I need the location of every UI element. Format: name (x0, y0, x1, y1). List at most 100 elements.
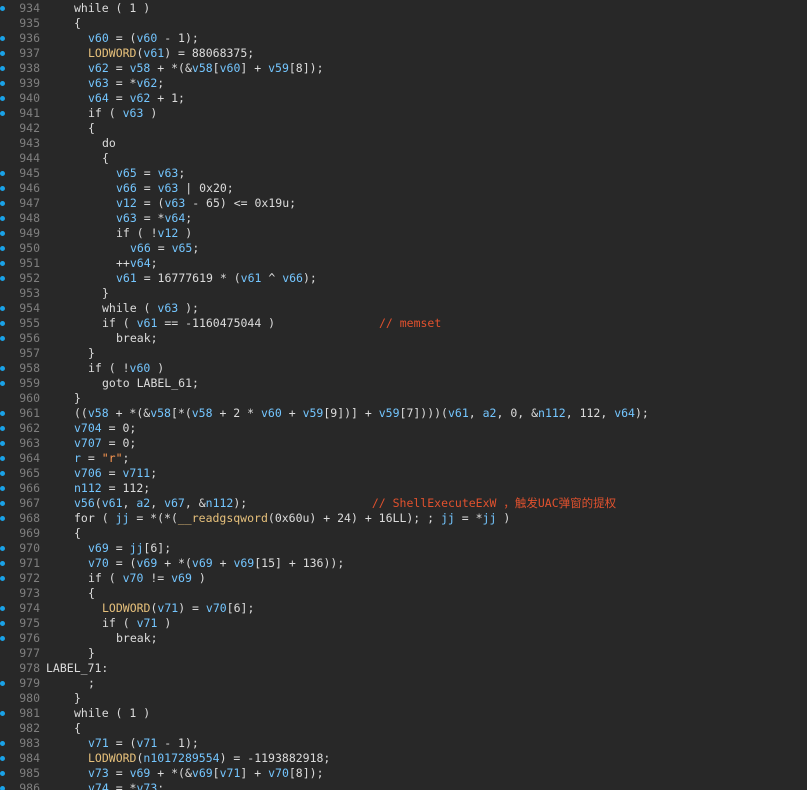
code-text[interactable]: ++v64; (116, 256, 158, 271)
code-editor[interactable]: 934 while ( 1 ) 935{936 v60 = (v60 - 1); 937… (0, 0, 807, 790)
code-text[interactable]: while ( 1 ) (74, 706, 150, 721)
code-text[interactable]: v63 = *v64; (116, 211, 192, 226)
code-text[interactable]: ((v58 + *(&v58[*(v58 + 2 * v60 + v59[9])… (74, 406, 649, 421)
code-line[interactable]: 938 v62 = v58 + *(&v58[v60] + v59[8]); (0, 61, 807, 76)
code-line[interactable]: 936 v60 = (v60 - 1); (0, 31, 807, 46)
breakpoint-dot-icon[interactable] (0, 171, 5, 176)
code-text[interactable]: if ( !v12 ) (116, 226, 192, 241)
code-text[interactable]: ; (88, 676, 95, 691)
code-text[interactable]: while ( v63 ); (102, 301, 199, 316)
code-text[interactable]: r = "r"; (74, 451, 129, 466)
breakpoint-dot-icon[interactable] (0, 276, 5, 281)
code-line[interactable]: 968 for ( jj = *(*(__readgsqword(0x60u) +… (0, 511, 807, 526)
code-line[interactable]: 948 v63 = *v64; (0, 211, 807, 226)
code-line[interactable]: 937 LODWORD(v61) = 88068375; (0, 46, 807, 61)
breakpoint-dot-icon[interactable] (0, 606, 5, 611)
code-text[interactable]: v60 = (v60 - 1); (88, 31, 199, 46)
code-line[interactable]: 957} (0, 346, 807, 361)
code-line[interactable]: 981 while ( 1 ) (0, 706, 807, 721)
code-line[interactable]: 961 ((v58 + *(&v58[*(v58 + 2 * v60 + v59[… (0, 406, 807, 421)
code-text[interactable]: { (88, 586, 95, 601)
breakpoint-dot-icon[interactable] (0, 321, 5, 326)
code-text[interactable]: v704 = 0; (74, 421, 136, 436)
code-line[interactable]: 963 v707 = 0; (0, 436, 807, 451)
code-line[interactable]: 964 r = "r"; (0, 451, 807, 466)
code-line[interactable]: 976 break; (0, 631, 807, 646)
code-line[interactable]: 967 v56(v61, a2, v67, &n112); // ShellExe… (0, 496, 807, 511)
code-line[interactable]: 958 if ( !v60 ) (0, 361, 807, 376)
breakpoint-dot-icon[interactable] (0, 756, 5, 761)
breakpoint-dot-icon[interactable] (0, 186, 5, 191)
code-text[interactable]: v70 = (v69 + *(v69 + v69[15] + 136)); (88, 556, 344, 571)
code-text[interactable]: n112 = 112; (74, 481, 150, 496)
breakpoint-dot-icon[interactable] (0, 366, 5, 371)
code-text[interactable]: while ( 1 ) (74, 1, 150, 16)
code-line[interactable]: 969 { (0, 526, 807, 541)
code-text[interactable]: v61 = 16777619 * (v61 ^ v66); (116, 271, 317, 286)
code-line[interactable]: 939 v63 = *v62; (0, 76, 807, 91)
breakpoint-dot-icon[interactable] (0, 456, 5, 461)
breakpoint-dot-icon[interactable] (0, 411, 5, 416)
code-text[interactable]: LODWORD(v71) = v70[6]; (102, 601, 254, 616)
breakpoint-dot-icon[interactable] (0, 66, 5, 71)
code-line[interactable]: 974 LODWORD(v71) = v70[6]; (0, 601, 807, 616)
breakpoint-dot-icon[interactable] (0, 36, 5, 41)
breakpoint-dot-icon[interactable] (0, 216, 5, 221)
code-line[interactable]: 946 v66 = v63 | 0x20; (0, 181, 807, 196)
code-line[interactable]: 980} (0, 691, 807, 706)
code-text[interactable]: LABEL_71: (46, 661, 108, 676)
code-line[interactable]: 955 if ( v61 == -1160475044 ) // memset (0, 316, 807, 331)
breakpoint-dot-icon[interactable] (0, 771, 5, 776)
code-text[interactable]: { (102, 151, 109, 166)
code-text[interactable]: v66 = v63 | 0x20; (116, 181, 234, 196)
code-line[interactable]: 950 v66 = v65; (0, 241, 807, 256)
code-line[interactable]: 977} (0, 646, 807, 661)
breakpoint-dot-icon[interactable] (0, 546, 5, 551)
breakpoint-dot-icon[interactable] (0, 516, 5, 521)
code-text[interactable]: } (74, 691, 81, 706)
breakpoint-dot-icon[interactable] (0, 201, 5, 206)
code-text[interactable]: { (74, 16, 81, 31)
breakpoint-dot-icon[interactable] (0, 426, 5, 431)
breakpoint-dot-icon[interactable] (0, 486, 5, 491)
code-text[interactable]: do (102, 136, 116, 151)
code-text[interactable]: v12 = (v63 - 65) <= 0x19u; (116, 196, 296, 211)
code-text[interactable]: goto LABEL_61; (102, 376, 199, 391)
breakpoint-dot-icon[interactable] (0, 786, 5, 790)
code-text[interactable]: v64 = v62 + 1; (88, 91, 185, 106)
code-line[interactable]: 984 LODWORD(n1017289554) = -1193882918; (0, 751, 807, 766)
code-text[interactable]: break; (116, 631, 158, 646)
breakpoint-dot-icon[interactable] (0, 621, 5, 626)
code-text[interactable]: if ( !v60 ) (88, 361, 164, 376)
code-text[interactable]: } (102, 286, 109, 301)
code-line[interactable]: 966 n112 = 112; (0, 481, 807, 496)
breakpoint-dot-icon[interactable] (0, 51, 5, 56)
code-text[interactable]: { (88, 121, 95, 136)
code-line[interactable]: 944 { (0, 151, 807, 166)
code-line[interactable]: 954 while ( v63 ); (0, 301, 807, 316)
code-line[interactable]: 979; (0, 676, 807, 691)
code-text[interactable]: LODWORD(n1017289554) = -1193882918; (88, 751, 330, 766)
code-text[interactable]: { (74, 526, 81, 541)
code-line[interactable]: 947 v12 = (v63 - 65) <= 0x19u; (0, 196, 807, 211)
code-text[interactable]: v707 = 0; (74, 436, 136, 451)
code-text[interactable]: } (88, 646, 95, 661)
breakpoint-dot-icon[interactable] (0, 111, 5, 116)
breakpoint-dot-icon[interactable] (0, 231, 5, 236)
code-text[interactable]: v56(v61, a2, v67, &n112); // ShellExecut… (74, 496, 616, 511)
code-line[interactable]: 949 if ( !v12 ) (0, 226, 807, 241)
code-text[interactable]: v71 = (v71 - 1); (88, 736, 199, 751)
code-line[interactable]: 960} (0, 391, 807, 406)
code-line[interactable]: 956 break; (0, 331, 807, 346)
code-line[interactable]: 971 v70 = (v69 + *(v69 + v69[15] + 136)); (0, 556, 807, 571)
code-line[interactable]: 970 v69 = jj[6]; (0, 541, 807, 556)
breakpoint-dot-icon[interactable] (0, 96, 5, 101)
code-line[interactable]: 941 if ( v63 ) (0, 106, 807, 121)
breakpoint-dot-icon[interactable] (0, 381, 5, 386)
breakpoint-dot-icon[interactable] (0, 441, 5, 446)
code-text[interactable]: v73 = v69 + *(&v69[v71] + v70[8]); (88, 766, 324, 781)
breakpoint-dot-icon[interactable] (0, 741, 5, 746)
code-line[interactable]: 934 while ( 1 ) (0, 1, 807, 16)
code-line[interactable]: 965 v706 = v711; (0, 466, 807, 481)
code-line[interactable]: 935 { (0, 16, 807, 31)
